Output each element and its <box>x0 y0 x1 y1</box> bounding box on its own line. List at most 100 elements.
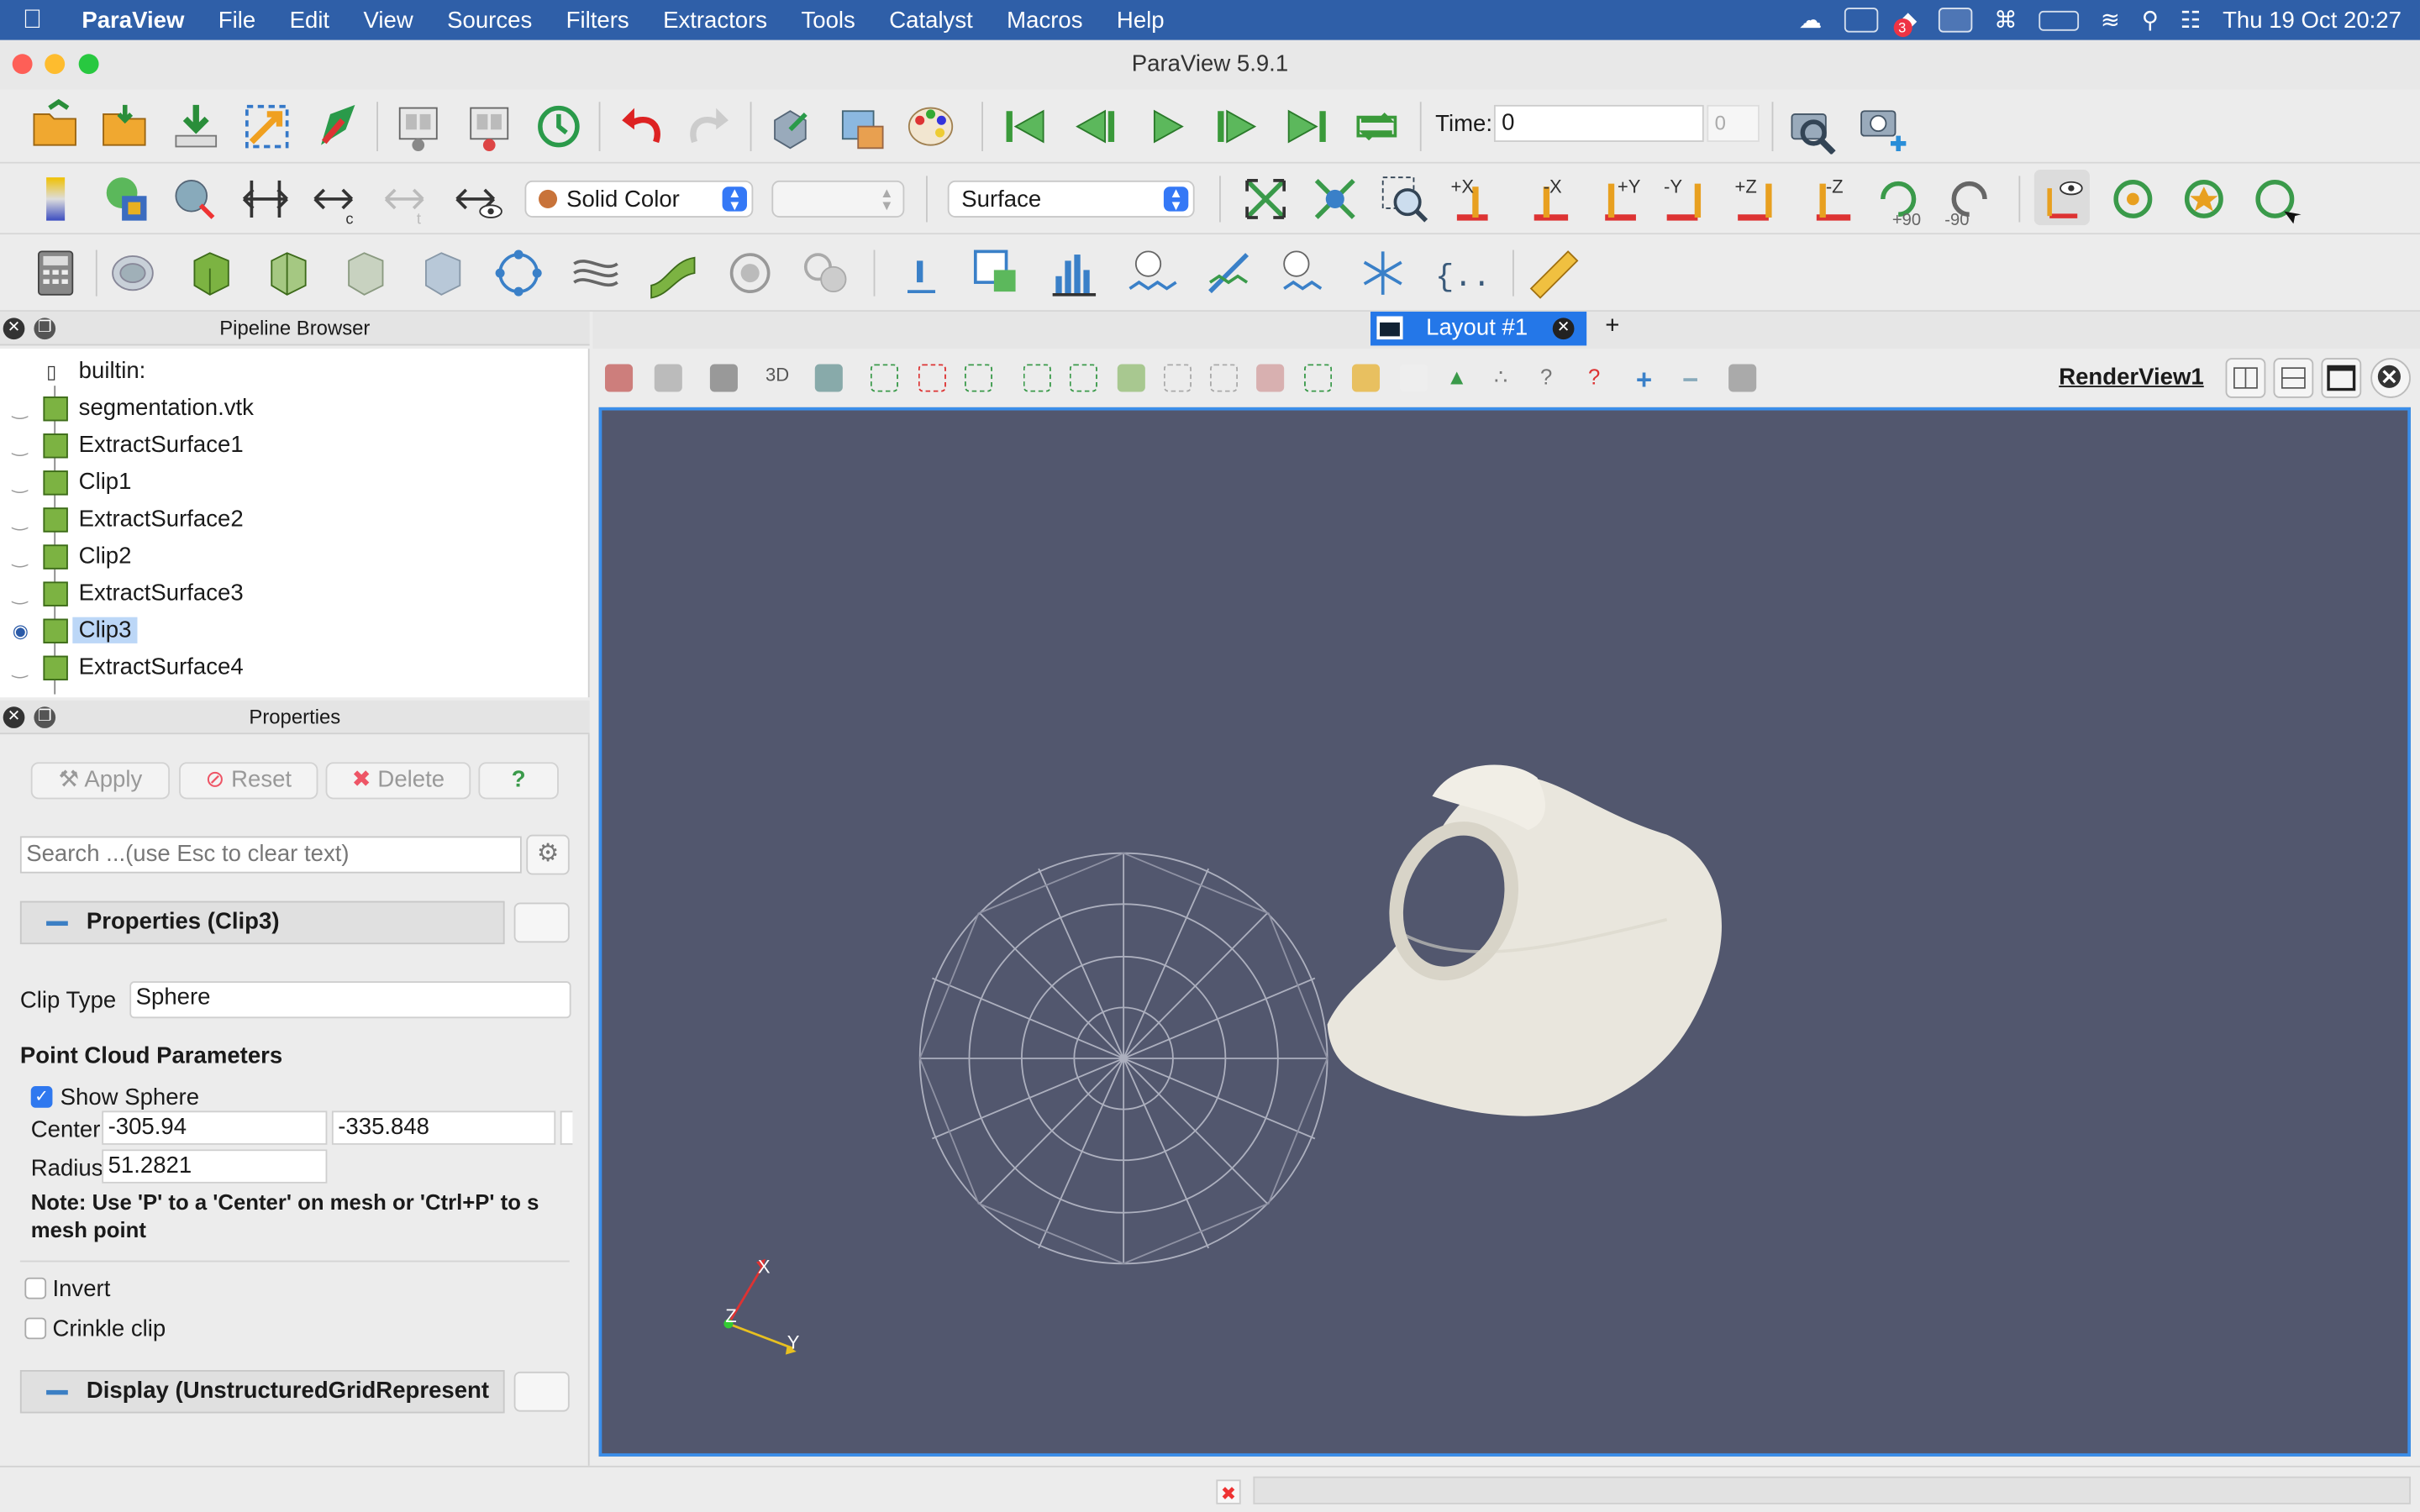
save-data-icon[interactable] <box>168 99 224 155</box>
screen-record-icon[interactable] <box>1939 8 1973 33</box>
save-state-icon[interactable] <box>391 99 446 155</box>
time-input[interactable]: 0 <box>1493 104 1704 142</box>
copy-icon[interactable] <box>513 902 570 943</box>
time-index-spinbox[interactable]: 0 <box>1707 104 1760 142</box>
reset-camera-icon[interactable] <box>1238 171 1293 227</box>
select-points-icon[interactable] <box>964 364 993 392</box>
clip-icon[interactable] <box>182 245 238 301</box>
weather-icon[interactable]: ☁ <box>1799 6 1823 34</box>
menu-view[interactable]: View <box>346 7 430 33</box>
render-view-label[interactable]: RenderView1 <box>2059 364 2204 390</box>
zoom-to-data-icon[interactable] <box>1307 171 1363 227</box>
float-icon[interactable]: ❐ <box>34 706 56 728</box>
gear-icon[interactable]: ⚙ <box>526 834 570 875</box>
eye-closed-icon[interactable]: ‿ <box>13 435 34 457</box>
center-y-input[interactable]: -335.848 <box>331 1110 556 1145</box>
close-icon[interactable]: ✖ <box>1216 1479 1241 1504</box>
split-horizontal-icon[interactable] <box>2225 358 2266 398</box>
next-frame-icon[interactable] <box>1208 99 1264 155</box>
rescale-range-icon[interactable] <box>238 171 293 227</box>
contour-icon[interactable] <box>105 245 160 301</box>
add-camera-icon[interactable] <box>1855 99 1911 155</box>
clip-type-select[interactable]: Sphere <box>129 981 571 1019</box>
eye-closed-icon[interactable]: ‿ <box>13 472 34 494</box>
screenshot-icon[interactable] <box>709 364 738 392</box>
zoom-to-box-icon[interactable] <box>1376 171 1432 227</box>
loop-icon[interactable] <box>1349 99 1404 155</box>
menu-file[interactable]: File <box>202 7 273 33</box>
extract-subset-icon[interactable] <box>413 245 469 301</box>
representation-combo[interactable]: Surface ▲ ▼ <box>947 180 1195 218</box>
center-axes-icon[interactable] <box>2105 171 2160 227</box>
eye-closed-icon[interactable]: ‿ <box>13 657 34 679</box>
menu-help[interactable]: Help <box>1100 7 1181 33</box>
warp-icon[interactable] <box>645 245 701 301</box>
view-plus-x-icon[interactable]: +X <box>1448 171 1503 227</box>
control-center-icon[interactable]: ☷ <box>2181 6 2202 34</box>
component-combo[interactable]: ▲ ▼ <box>771 180 905 218</box>
coloring-combo[interactable]: Solid Color ▲ ▼ <box>524 180 754 218</box>
view-minus-x-icon[interactable]: -X <box>1518 171 1574 227</box>
clock[interactable]: Thu 19 Oct 20:27 <box>2223 7 2402 33</box>
rescale-visible-icon[interactable] <box>450 171 506 227</box>
edit-colormap-icon[interactable] <box>97 171 153 227</box>
pipeline-item-clip2[interactable]: ‿ Clip2 <box>0 538 588 575</box>
properties-section-header[interactable]: Properties (Clip3) <box>19 900 505 945</box>
frustum-points-icon[interactable] <box>1069 364 1097 392</box>
deselect-icon[interactable] <box>918 364 946 392</box>
last-frame-icon[interactable] <box>1280 99 1335 155</box>
pipeline-item-builtin[interactable]: ▯ builtin: <box>0 354 588 391</box>
color-palette-icon[interactable] <box>902 99 958 155</box>
display-section-header[interactable]: Display (UnstructuredGridRepresent <box>19 1370 505 1414</box>
menu-extractors[interactable]: Extractors <box>646 7 784 33</box>
eye-closed-icon[interactable]: ‿ <box>13 546 34 568</box>
play-icon[interactable] <box>1139 99 1195 155</box>
first-frame-icon[interactable] <box>997 99 1053 155</box>
wifi-icon[interactable]: ≋ <box>2101 6 2120 34</box>
menu-filters[interactable]: Filters <box>549 7 645 33</box>
capture-screenshot-icon[interactable] <box>1786 99 1841 155</box>
hover-points-icon[interactable] <box>1256 364 1285 392</box>
view-minus-y-icon[interactable]: -Y <box>1660 171 1716 227</box>
copy-icon[interactable] <box>513 1371 570 1412</box>
color-legend-icon[interactable] <box>28 171 83 227</box>
eye-closed-icon[interactable]: ‿ <box>13 583 34 605</box>
interaction-mode-button[interactable]: 3D <box>765 364 802 391</box>
open-recent-icon[interactable] <box>97 99 153 155</box>
previous-frame-icon[interactable] <box>1068 99 1123 155</box>
select-blocks-icon[interactable] <box>1117 364 1145 392</box>
disconnect-icon[interactable] <box>308 99 364 155</box>
polygon-select-icon[interactable] <box>1209 364 1239 392</box>
calculator-icon[interactable] <box>28 245 83 301</box>
grow-selection-icon[interactable] <box>1399 364 1428 392</box>
rescale-temporal-icon[interactable]: t <box>380 171 435 227</box>
monitor-icon[interactable] <box>1844 8 1878 33</box>
pipeline-item-clip1[interactable]: ‿ Clip1 <box>0 465 588 501</box>
help-button[interactable]: ? <box>478 762 559 800</box>
query-points-icon[interactable]: ? <box>1540 364 1568 391</box>
view-plus-z-icon[interactable]: +Z <box>1732 171 1787 227</box>
python-filter-icon[interactable] <box>1355 245 1411 301</box>
selection-icon[interactable] <box>969 245 1024 301</box>
point-labels-icon[interactable]: ▲ <box>1446 364 1474 391</box>
auto-apply-icon[interactable] <box>531 99 587 155</box>
undo-icon[interactable] <box>613 99 668 155</box>
cell-labels-icon[interactable]: ∴ <box>1494 364 1522 391</box>
menu-edit[interactable]: Edit <box>272 7 346 33</box>
menu-app[interactable]: ParaView <box>65 7 201 33</box>
close-icon[interactable]: ✕ <box>1552 318 1575 340</box>
pipeline-item-segmentation[interactable]: ‿ segmentation.vtk <box>0 391 588 428</box>
extract-level-icon[interactable] <box>799 245 855 301</box>
connect-icon[interactable] <box>239 99 295 155</box>
clip-sphere-widget[interactable] <box>918 852 1328 1265</box>
close-view-icon[interactable] <box>2370 358 2411 398</box>
close-icon[interactable]: ✕ <box>3 706 25 728</box>
pipeline-item-clip3[interactable]: ◉ Clip3 <box>0 612 588 649</box>
reset-colormap-icon[interactable] <box>166 171 222 227</box>
render-view[interactable]: X Y Z <box>598 407 2411 1457</box>
center-z-input[interactable] <box>560 1110 573 1145</box>
crinkle-clip-checkbox[interactable] <box>24 1317 47 1340</box>
pick-center-icon[interactable] <box>2176 171 2232 227</box>
menu-sources[interactable]: Sources <box>430 7 549 33</box>
menu-tools[interactable]: Tools <box>784 7 872 33</box>
